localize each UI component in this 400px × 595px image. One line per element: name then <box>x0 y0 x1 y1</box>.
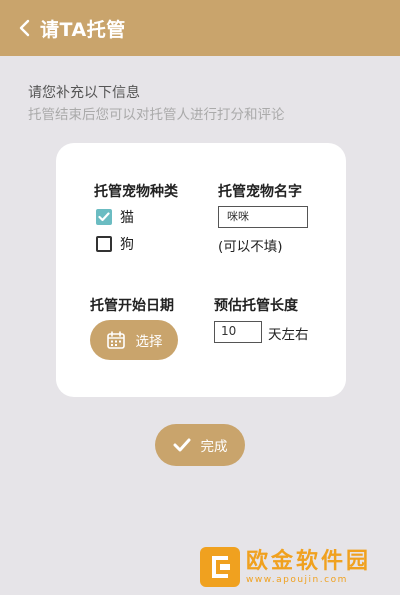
done-label: 完成 <box>200 439 228 455</box>
duration-label: 预估托管长度 <box>214 298 298 314</box>
page-title: 请TA托管 <box>40 18 126 41</box>
cat-label: 猫 <box>120 210 134 226</box>
pet-type-label: 托管宠物种类 <box>94 184 178 200</box>
cat-checkbox[interactable] <box>96 209 112 225</box>
watermark-logo-icon <box>200 547 240 587</box>
watermark-text: 欧金软件园 <box>246 549 372 574</box>
done-button[interactable]: 完成 <box>155 424 245 466</box>
pet-name-input[interactable]: 咪咪 <box>218 206 308 228</box>
pet-name-label: 托管宠物名字 <box>218 184 302 200</box>
pet-type-option-dog[interactable]: 狗 <box>96 234 134 254</box>
back-button[interactable] <box>10 0 38 56</box>
select-date-button[interactable]: 选择 <box>90 320 178 360</box>
dog-label: 狗 <box>120 237 134 253</box>
duration-unit: 天左右 <box>268 327 309 343</box>
form-card: 托管宠物种类 猫 狗 托管宠物名字 咪咪 (可以不填) 托管开始日期 选择 预估… <box>56 143 346 397</box>
watermark: 欧金软件园 www.apoujin.com <box>200 542 398 592</box>
check-icon <box>98 212 110 222</box>
calendar-icon <box>106 330 126 350</box>
check-icon <box>173 438 191 452</box>
info-subtitle: 托管结束后您可以对托管人进行打分和评论 <box>28 107 285 123</box>
watermark-url: www.apoujin.com <box>246 575 348 585</box>
info-title: 请您补充以下信息 <box>28 85 140 101</box>
start-date-label: 托管开始日期 <box>90 298 174 314</box>
app-header: 请TA托管 <box>0 0 400 56</box>
pet-name-hint: (可以不填) <box>218 239 283 255</box>
pet-type-option-cat[interactable]: 猫 <box>96 207 134 227</box>
duration-input[interactable]: 10 <box>214 321 262 343</box>
dog-checkbox[interactable] <box>96 236 112 252</box>
select-date-label: 选择 <box>135 334 163 350</box>
chevron-left-icon <box>19 19 30 37</box>
